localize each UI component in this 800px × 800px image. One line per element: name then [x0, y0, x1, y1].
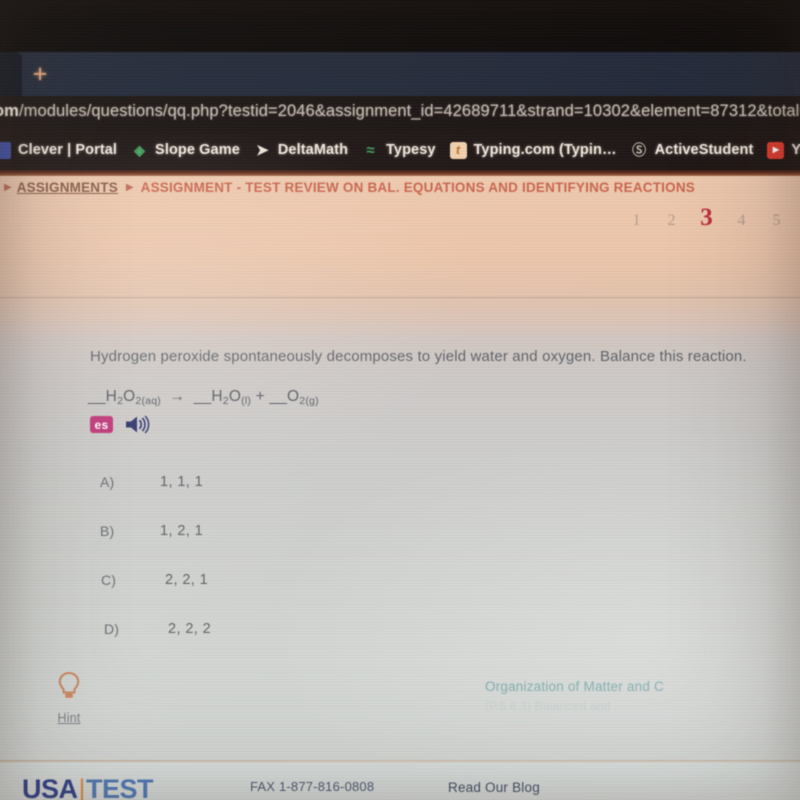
- eq-plus-sign: +: [255, 388, 265, 405]
- eq-reactant-o: O: [123, 388, 136, 405]
- screen-photo: + om/modules/questions/qq.php?testid=204…: [0, 0, 800, 800]
- url-path-fragment: /modules/questions/qq.php?testid=2046&as…: [18, 102, 800, 120]
- question-pager: 1 2 3 4 5: [619, 205, 794, 230]
- typing-com-icon: t: [449, 141, 467, 159]
- eq-product2-blank: __: [269, 388, 288, 405]
- pager-page-3[interactable]: 3: [689, 205, 724, 230]
- option-letter: A): [100, 474, 115, 490]
- eq-product2-o-sub: 2(g): [299, 394, 319, 407]
- bookmark-deltamath[interactable]: ➤ DeltaMath: [254, 130, 348, 170]
- bookmark-typing-com[interactable]: t Typing.com (Typin…: [449, 130, 617, 170]
- bookmark-label: Typing.com (Typin…: [473, 142, 617, 158]
- eq-reactant-blank: __: [88, 388, 106, 405]
- chevron-right-icon: ▶: [4, 181, 12, 193]
- bookmark-label: Typesy: [386, 142, 436, 158]
- option-letter: C): [101, 572, 117, 588]
- bookmark-label: DeltaMath: [277, 142, 349, 158]
- bookmarks-bar: Clever | Portal ◈ Slope Game ➤ DeltaMath…: [0, 130, 800, 170]
- pager-page-4[interactable]: 4: [724, 212, 759, 230]
- answer-option-a[interactable]: A) 1, 1, 1: [0, 466, 380, 498]
- page-content: ▶ ASSIGNMENTS ▶ ASSIGNMENT - TEST REVIEW…: [0, 176, 800, 800]
- bookmark-label: Clever | Portal: [18, 142, 118, 158]
- eq-product1-h: H: [211, 388, 223, 405]
- activestudent-icon: Ⓢ: [632, 142, 647, 158]
- content-divider: [0, 297, 800, 298]
- clever-icon: [0, 141, 11, 159]
- answer-option-b[interactable]: B) 1, 2, 1: [0, 515, 380, 547]
- speaker-icon[interactable]: [124, 415, 150, 434]
- footer-blog-link[interactable]: Read Our Blog: [448, 780, 540, 795]
- new-tab-button[interactable]: +: [26, 60, 54, 88]
- bookmark-clever-portal[interactable]: Clever | Portal: [0, 130, 117, 170]
- answer-option-d[interactable]: D) 2, 2, 2: [0, 613, 380, 645]
- option-value: 1, 1, 1: [160, 474, 204, 490]
- footer-fax-number: FAX 1-877-816-0808: [250, 779, 375, 794]
- browser-chrome: + om/modules/questions/qq.php?testid=204…: [0, 0, 800, 176]
- spanish-translate-badge[interactable]: es: [90, 416, 113, 433]
- hint-label: Hint: [57, 711, 81, 725]
- active-tab[interactable]: [0, 52, 22, 96]
- lightbulb-icon: [58, 671, 80, 698]
- question-prompt: Hydrogen peroxide spontaneously decompos…: [90, 348, 747, 365]
- tab-strip: +: [0, 52, 800, 96]
- bookmark-typesy[interactable]: ≈ Typesy: [362, 130, 436, 170]
- standard-reference: Organization of Matter and C (P.5.6.3) B…: [440, 679, 800, 713]
- hint-button[interactable]: Hint: [46, 671, 92, 725]
- standard-title[interactable]: Organization of Matter and C: [485, 679, 800, 694]
- bookmark-slope-game[interactable]: ◈ Slope Game: [131, 130, 240, 170]
- bookmark-label: Slope Game: [155, 142, 240, 158]
- address-bar-url: om/modules/questions/qq.php?testid=2046&…: [0, 102, 800, 121]
- url-domain-fragment: om: [0, 102, 19, 120]
- answer-option-c[interactable]: C) 2, 2, 1: [0, 564, 380, 596]
- option-letter: D): [104, 621, 120, 637]
- breadcrumb-current-assignment: ASSIGNMENT - TEST REVIEW ON BAL. EQUATIO…: [140, 179, 695, 195]
- bookmark-label: YouT: [791, 142, 800, 158]
- question-tools: es: [90, 415, 150, 434]
- eq-arrow-icon: →: [169, 388, 186, 405]
- chemical-equation: __H2O2(aq) → __H2O(l) + __O2(g): [88, 388, 319, 407]
- bookmark-youtube[interactable]: ▶ YouT: [767, 130, 800, 170]
- pager-page-2[interactable]: 2: [654, 212, 689, 230]
- logo-usa-text: USA: [22, 774, 78, 800]
- typesy-icon: ≈: [366, 141, 375, 159]
- deltamath-icon: ➤: [256, 141, 269, 159]
- chevron-right-icon: ▶: [125, 181, 134, 193]
- bookmark-activestudent[interactable]: Ⓢ ActiveStudent: [631, 130, 754, 170]
- eq-product1-blank: __: [193, 388, 212, 405]
- logo-bar-separator: |: [78, 774, 86, 800]
- slope-game-icon: ◈: [134, 142, 145, 158]
- window-titlebar: [0, 0, 800, 52]
- option-value: 1, 2, 1: [160, 523, 204, 539]
- pager-page-5[interactable]: 5: [759, 212, 794, 230]
- address-bar[interactable]: om/modules/questions/qq.php?testid=2046&…: [0, 96, 800, 130]
- eq-product1-o: O: [228, 388, 242, 405]
- page-footer: USA|TEST FAX 1-877-816-0808 Read Our Blo…: [0, 762, 800, 800]
- option-value: 2, 2, 2: [168, 621, 212, 637]
- logo-test-text: TEST: [86, 774, 154, 800]
- eq-reactant-o-sub: 2(aq): [135, 394, 161, 407]
- standard-code: (P.5.6.3) Balanced and: [485, 699, 611, 713]
- bookmark-label: ActiveStudent: [654, 142, 754, 158]
- usatestprep-logo: USA|TEST: [22, 774, 154, 800]
- pager-page-1[interactable]: 1: [619, 212, 654, 230]
- youtube-icon: ▶: [767, 141, 785, 159]
- eq-reactant-h: H: [105, 388, 118, 405]
- breadcrumb: ▶ ASSIGNMENTS ▶ ASSIGNMENT - TEST REVIEW…: [0, 176, 800, 198]
- breadcrumb-assignments-link[interactable]: ASSIGNMENTS: [17, 180, 118, 195]
- option-value: 2, 2, 1: [165, 572, 209, 588]
- option-letter: B): [100, 523, 115, 539]
- eq-product1-o-sub: (l): [241, 394, 252, 407]
- eq-product2-o: O: [287, 388, 300, 405]
